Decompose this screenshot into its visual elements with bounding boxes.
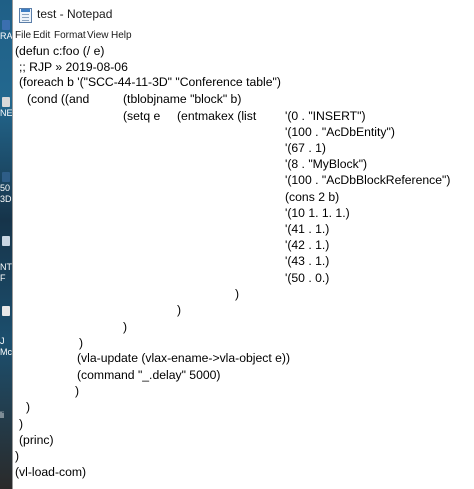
notepad-icon[interactable]	[19, 8, 32, 23]
code-line: '(0 . "INSERT")	[285, 109, 366, 123]
text-editor-area[interactable]: (defun c:foo (/ e) ;; RJP » 2019-08-06 (…	[13, 44, 474, 489]
desktop-icon-label[interactable]: RA	[0, 31, 12, 42]
menu-edit[interactable]: Edit	[33, 30, 50, 42]
code-line: (command "_.delay" 5000)	[77, 368, 221, 382]
code-line: (foreach b '("SCC-44-11-3D" "Conference …	[19, 75, 281, 89]
code-line: (setq e	[123, 109, 161, 123]
menu-file[interactable]: File	[15, 30, 31, 42]
desktop-icon-label[interactable]: NE	[0, 108, 12, 119]
desktop-shortcut-icon[interactable]	[2, 236, 10, 246]
desktop-icon-label[interactable]: Mc	[0, 347, 12, 358]
window-title: test - Notepad	[37, 7, 113, 21]
code-line: (defun c:foo (/ e)	[15, 44, 105, 58]
menu-bar: File Edit Format View Help	[13, 30, 474, 44]
desktop-icon-label[interactable]: J	[0, 336, 12, 347]
code-line: )	[26, 400, 31, 414]
code-line: )	[79, 336, 84, 350]
menu-help[interactable]: Help	[111, 30, 132, 42]
menu-format[interactable]: Format	[54, 30, 86, 42]
code-line: '(10 1. 1. 1.)	[285, 206, 350, 220]
code-line: (cons 2 b)	[285, 190, 340, 204]
code-line: '(67 . 1)	[285, 141, 326, 155]
code-line: '(8 . "MyBlock")	[285, 157, 368, 171]
notepad-window: test - Notepad File Edit Format View Hel…	[12, 0, 474, 489]
code-line: )	[235, 287, 240, 301]
code-line: ;; RJP » 2019-08-06	[19, 60, 128, 74]
desktop-icon-label[interactable]: li	[0, 410, 12, 421]
code-line: (vl-load-com)	[15, 465, 87, 479]
desktop-shortcut-icon[interactable]	[2, 20, 10, 30]
code-line: (vla-update (vlax-ename->vla-object e))	[77, 351, 291, 365]
menu-view[interactable]: View	[87, 30, 109, 42]
code-line: (princ)	[19, 433, 54, 447]
code-line: )	[123, 320, 128, 334]
code-line: )	[19, 417, 24, 431]
code-line: '(41 . 1.)	[285, 222, 330, 236]
desktop-background: RA NE 50 3D NT F J Mc li	[0, 0, 12, 489]
code-line: '(100 . "AcDbEntity")	[285, 125, 395, 139]
desktop-icon-label[interactable]: 50	[0, 183, 12, 194]
code-line: '(42 . 1.)	[285, 238, 330, 252]
code-line: )	[75, 384, 80, 398]
code-line: (tblobjname "block" b)	[123, 92, 242, 106]
desktop-icon-label[interactable]: F	[0, 273, 12, 284]
desktop-shortcut-icon[interactable]	[2, 172, 10, 182]
desktop-shortcut-icon[interactable]	[2, 306, 10, 316]
code-line: (cond ((and	[27, 92, 90, 106]
code-line: (entmakex (list	[177, 109, 257, 123]
title-bar[interactable]: test - Notepad	[13, 0, 474, 30]
code-line: '(50 . 0.)	[285, 271, 330, 285]
desktop-icon-label[interactable]: 3D	[0, 194, 12, 205]
code-line: '(43 . 1.)	[285, 254, 330, 268]
code-line: )	[177, 303, 182, 317]
code-line: '(100 . "AcDbBlockReference")	[285, 173, 451, 187]
code-line: )	[15, 449, 20, 463]
desktop-shortcut-icon[interactable]	[2, 97, 10, 107]
desktop-icon-label[interactable]: NT	[0, 262, 12, 273]
